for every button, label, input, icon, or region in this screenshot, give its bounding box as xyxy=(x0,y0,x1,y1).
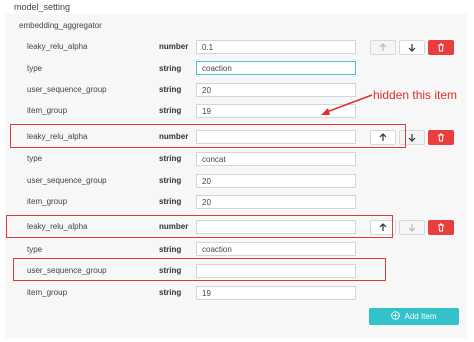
field-name-label: item_group xyxy=(27,197,68,206)
field-name-label: type xyxy=(27,245,43,254)
field-type-label: string xyxy=(159,288,182,297)
field-name-label: type xyxy=(27,64,43,73)
move-down-button[interactable] xyxy=(399,220,425,235)
item-group-input[interactable]: 20 xyxy=(196,195,356,209)
move-down-button[interactable] xyxy=(399,40,425,55)
annotation-label: hidden this item xyxy=(373,88,458,102)
field-type-label: string xyxy=(159,245,182,254)
user-sequence-group-input[interactable]: 20 xyxy=(196,174,356,188)
delete-button[interactable] xyxy=(428,40,454,55)
field-type-label: string xyxy=(159,176,182,185)
field-type-label: string xyxy=(159,106,182,115)
field-type-label: string xyxy=(159,64,182,73)
field-name-label: user_sequence_group xyxy=(27,85,107,94)
field-type-label: string xyxy=(159,154,182,163)
delete-button[interactable] xyxy=(428,130,454,145)
type-input[interactable]: coaction xyxy=(196,61,356,75)
add-item-button[interactable]: Add Item xyxy=(369,308,459,325)
arrow-down-icon xyxy=(408,39,416,57)
plus-circle-icon xyxy=(391,311,401,322)
field-name-label: item_group xyxy=(27,288,68,297)
type-input[interactable]: concat xyxy=(196,152,356,166)
delete-button[interactable] xyxy=(428,220,454,235)
highlight-box xyxy=(10,124,406,148)
type-input[interactable]: coaction xyxy=(196,242,356,256)
field-type-label: string xyxy=(159,197,182,206)
item-group-input[interactable]: 19 xyxy=(196,286,356,300)
subsection-title: embedding_aggregator xyxy=(19,21,102,30)
annotation-arrow-icon xyxy=(321,94,373,115)
trash-icon xyxy=(437,219,445,237)
trash-icon xyxy=(437,129,445,147)
field-name-label: item_group xyxy=(27,106,68,115)
field-name-label: leaky_relu_alpha xyxy=(27,42,88,51)
trash-icon xyxy=(437,39,445,57)
field-name-label: type xyxy=(27,154,43,163)
arrow-up-icon xyxy=(379,39,387,57)
field-type-label: number xyxy=(159,42,189,51)
add-item-label: Add Item xyxy=(404,312,437,321)
field-type-label: string xyxy=(159,85,182,94)
leaky-relu-alpha-input[interactable]: 0.1 xyxy=(196,40,356,54)
arrow-down-icon xyxy=(408,129,416,147)
section-title: model_setting xyxy=(14,2,71,12)
arrow-down-icon xyxy=(408,219,416,237)
highlight-box xyxy=(13,258,386,281)
move-up-button[interactable] xyxy=(370,40,396,55)
field-name-label: user_sequence_group xyxy=(27,176,107,185)
highlight-box xyxy=(6,215,393,238)
